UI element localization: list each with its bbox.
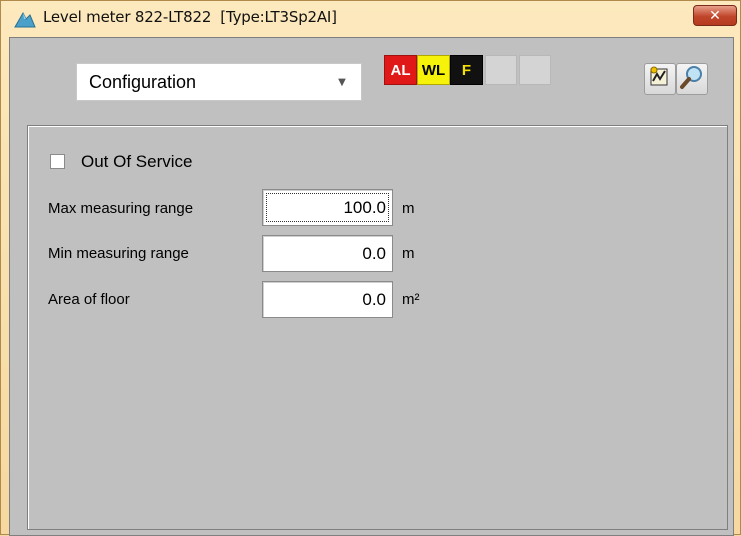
area-of-floor-label: Area of floor [48, 291, 130, 308]
trend-button[interactable] [644, 63, 676, 95]
warning-indicator: WL [417, 55, 450, 85]
max-range-input[interactable] [263, 190, 392, 225]
view-select[interactable]: Configuration ▼ [76, 63, 362, 101]
chevron-down-icon[interactable]: ▼ [323, 64, 361, 100]
alarm-indicator-label: AL [390, 61, 411, 79]
out-of-service-checkbox[interactable] [50, 154, 65, 169]
close-button[interactable]: ✕ [693, 5, 737, 26]
min-range-label: Min measuring range [48, 245, 189, 262]
area-of-floor-input[interactable] [263, 282, 392, 317]
zoom-button[interactable] [676, 63, 708, 95]
max-range-unit: m [402, 200, 415, 217]
close-icon: ✕ [709, 7, 721, 24]
magnifier-icon [679, 64, 705, 94]
fault-indicator: F [450, 55, 483, 85]
min-range-unit: m [402, 245, 415, 262]
empty-indicator [485, 55, 517, 85]
empty-indicator [519, 55, 551, 85]
out-of-service-label: Out Of Service [81, 152, 193, 171]
view-select-value: Configuration [89, 72, 197, 92]
configuration-panel [27, 125, 728, 530]
area-of-floor-unit: m² [402, 291, 420, 308]
fault-indicator-label: F [461, 61, 472, 79]
app-icon [13, 9, 37, 29]
min-range-input[interactable] [263, 236, 392, 271]
window-title: Level meter 822-LT822 [Type:LT3Sp2AI] [43, 8, 337, 26]
warning-indicator-label: WL [421, 61, 446, 79]
alarm-indicator: AL [384, 55, 417, 85]
max-range-label: Max measuring range [48, 200, 194, 217]
trend-icon [648, 65, 672, 93]
max-range-field[interactable] [262, 189, 393, 226]
status-indicators: AL WL F [384, 55, 576, 85]
title-bar[interactable]: Level meter 822-LT822 [Type:LT3Sp2AI] ✕ [1, 1, 740, 37]
area-of-floor-field[interactable] [262, 281, 393, 318]
min-range-field[interactable] [262, 235, 393, 272]
level-meter-window: Level meter 822-LT822 [Type:LT3Sp2AI] ✕ … [0, 0, 741, 536]
